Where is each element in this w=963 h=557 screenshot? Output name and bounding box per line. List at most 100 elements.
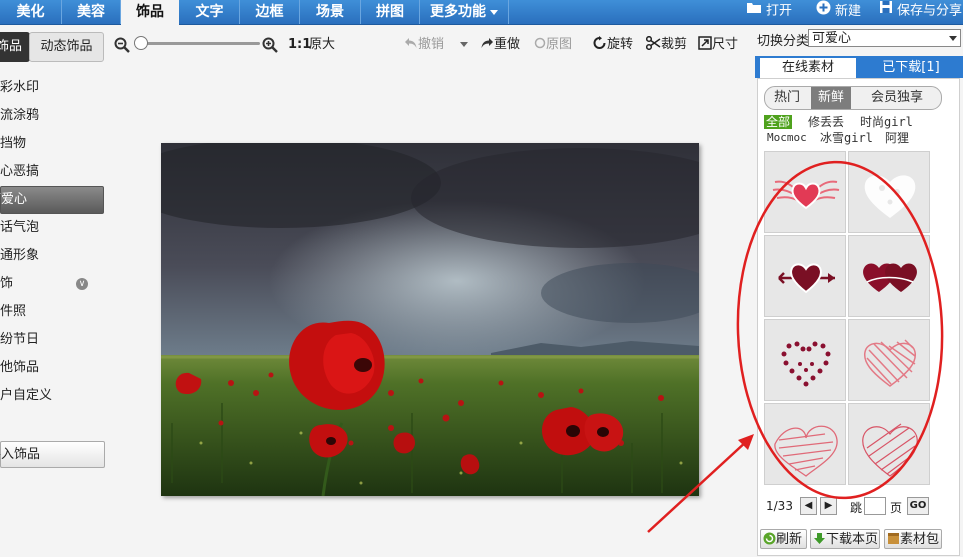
expand-down-icon[interactable]: ∨ <box>76 278 88 290</box>
resize-icon <box>698 36 712 50</box>
refresh-label: 刷新 <box>776 532 803 547</box>
switch-category-label: 切换分类 <box>757 34 810 49</box>
rotate-button[interactable]: 旋转 <box>592 34 633 56</box>
category-item[interactable]: 用户自定义 <box>0 382 104 410</box>
category-item[interactable]: 缤纷节日 <box>0 326 104 354</box>
material-grid <box>764 151 932 487</box>
filter-all[interactable]: 全部 <box>764 115 793 129</box>
rotate-icon <box>593 36 606 49</box>
pill-hot[interactable]: 热门 <box>765 87 809 109</box>
double-heart-bow-icon[interactable] <box>848 235 930 317</box>
poppy-field-photo <box>161 143 699 496</box>
category-item-active[interactable]: 可爱心 <box>0 186 104 214</box>
new-button[interactable]: 新建 <box>816 0 861 24</box>
rotate-label: 旋转 <box>607 37 634 52</box>
subtab-animated-accessories[interactable]: 动态饰品 <box>29 32 104 62</box>
category-item[interactable]: 证件照 <box>0 298 104 326</box>
new-label: 新建 <box>835 4 862 19</box>
import-accessory-button[interactable]: 导入饰品 <box>0 441 105 468</box>
undo-label: 撤销 <box>418 37 445 52</box>
prev-page-icon[interactable]: ◀ <box>800 497 817 515</box>
zoom-slider[interactable] <box>142 42 260 45</box>
winged-heart-icon[interactable] <box>764 151 846 233</box>
scribble-heart-icon[interactable] <box>848 319 930 401</box>
zoom-in-icon[interactable] <box>262 34 278 56</box>
filter-mocmoc[interactable]: Mocmoc <box>767 131 807 145</box>
refresh-button[interactable]: 刷新 <box>760 529 807 549</box>
material-pack-label: 素材包 <box>900 532 940 547</box>
heart-arrow-icon[interactable] <box>764 235 846 317</box>
folder-icon <box>746 0 762 22</box>
pill-new[interactable]: 新鲜 <box>811 87 851 109</box>
zoom-slider-handle[interactable] <box>134 36 148 50</box>
crop-button[interactable]: 裁剪 <box>645 34 687 56</box>
resize-button[interactable]: 尺寸 <box>698 34 738 56</box>
zoom-ratio-button[interactable]: 1:1 <box>288 34 311 56</box>
original-image-button[interactable]: 原图 <box>534 34 572 56</box>
tab-scene[interactable]: 场景 <box>300 0 361 24</box>
package-icon <box>888 533 899 544</box>
tab-accessories[interactable]: 饰品 <box>121 0 179 26</box>
category-item[interactable]: 配饰 ∨ <box>0 270 104 298</box>
tab-collage[interactable]: 拼图 <box>361 0 420 24</box>
tab-text[interactable]: 文字 <box>180 0 240 24</box>
scissors-icon <box>645 35 661 51</box>
open-button[interactable]: 打开 <box>746 0 792 24</box>
original-size-button[interactable]: 原大 <box>309 34 335 56</box>
tab-downloaded[interactable]: 已下载[1] <box>861 58 961 78</box>
zoom-out-icon[interactable] <box>114 34 130 56</box>
filter-ice-girl[interactable]: 冰雪girl <box>820 131 873 145</box>
category-item[interactable]: 会话气泡 <box>0 214 104 242</box>
go-button[interactable]: GO <box>907 497 929 515</box>
more-functions-label: 更多功能 <box>430 4 486 20</box>
undo-icon <box>405 38 417 48</box>
category-item[interactable]: 其他饰品 <box>0 354 104 382</box>
refresh-icon <box>763 532 776 545</box>
annotation-arrowhead <box>738 434 754 450</box>
sketch-heart-icon[interactable] <box>764 403 846 485</box>
import-label: 导入饰品 <box>0 447 41 462</box>
resize-label: 尺寸 <box>712 37 739 52</box>
subtab-accessories[interactable]: 饰品 <box>0 32 30 62</box>
plus-icon <box>816 0 831 23</box>
jump-label: 跳 <box>850 501 863 515</box>
open-label: 打开 <box>766 3 793 19</box>
dotted-heart-icon[interactable] <box>764 319 846 401</box>
filter-fashion-girl[interactable]: 时尚girl <box>860 115 913 129</box>
filter-ali[interactable]: 阿狸 <box>885 131 909 145</box>
circle-icon <box>534 37 546 49</box>
material-tabbar: 在线素材 已下载[1] <box>755 56 963 78</box>
pill-vip-only[interactable]: 会员独享 <box>853 87 941 109</box>
photo-canvas[interactable] <box>161 143 699 496</box>
white-lace-heart-icon[interactable] <box>848 151 930 233</box>
category-item[interactable]: 遮挡物 <box>0 130 104 158</box>
active-category-label: 可爱心 <box>0 192 28 207</box>
save-share-button[interactable]: 保存与分享 <box>879 0 962 24</box>
category-label: 配饰 <box>0 276 14 291</box>
filter-xiudiudiu[interactable]: 修丢丢 <box>808 115 844 129</box>
tab-beautify[interactable]: 美化 <box>0 0 62 24</box>
original-image-label: 原图 <box>546 37 573 52</box>
tab-online-materials[interactable]: 在线素材 <box>760 58 856 78</box>
tab-beauty[interactable]: 美容 <box>62 0 121 24</box>
next-page-icon[interactable]: ▶ <box>820 497 837 515</box>
save-share-label: 保存与分享 <box>897 3 963 19</box>
category-list: 炫彩水印 潮流涂鸦 遮挡物 开心恶搞 可爱心 会话气泡 卡通形象 配饰 ∨ 证件… <box>0 74 104 410</box>
tab-border[interactable]: 边框 <box>240 0 300 24</box>
category-select[interactable]: 可爱心 <box>808 29 961 47</box>
undo-dropdown-icon[interactable] <box>456 34 468 56</box>
category-item[interactable]: 卡通形象 <box>0 242 104 270</box>
category-item[interactable]: 潮流涂鸦 <box>0 102 104 130</box>
undo-button[interactable]: 撤销 <box>404 34 444 56</box>
download-page-button[interactable]: 下载本页 <box>810 529 880 549</box>
page-number-input[interactable] <box>864 497 886 515</box>
download-icon <box>814 533 825 544</box>
category-item[interactable]: 炫彩水印 <box>0 74 104 102</box>
tab-more-functions[interactable]: 更多功能 <box>420 0 509 24</box>
material-pack-button[interactable]: 素材包 <box>884 529 942 549</box>
page-indicator: 1/33 <box>766 499 793 513</box>
hatched-heart-icon[interactable] <box>848 403 930 485</box>
category-item[interactable]: 开心恶搞 <box>0 158 104 186</box>
redo-button[interactable]: 重做 <box>480 34 520 56</box>
category-select-value: 可爱心 <box>812 31 852 46</box>
